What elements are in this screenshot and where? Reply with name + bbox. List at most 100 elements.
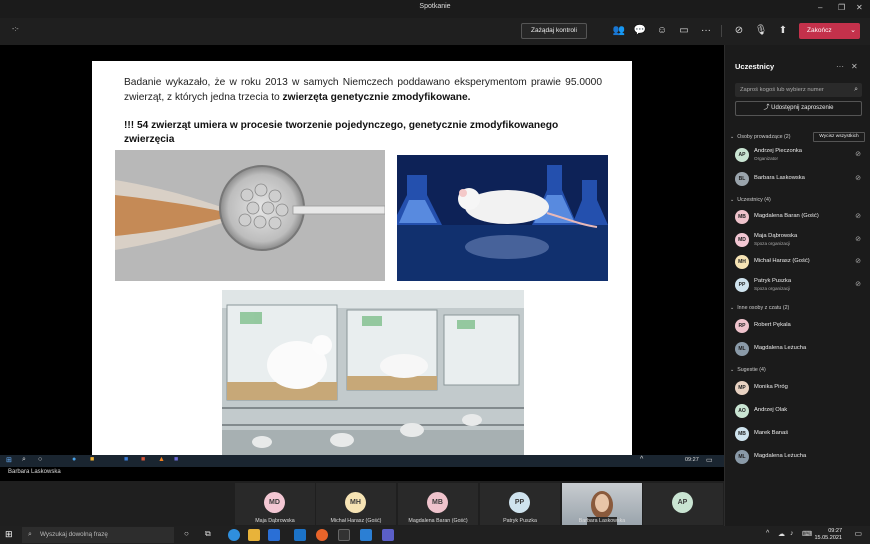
lab-rat-flasks-photo bbox=[397, 155, 608, 281]
close-window-icon[interactable]: ✕ bbox=[856, 3, 863, 12]
taskbar-search-input[interactable]: ⌕ Wyszukaj dowolną frazę bbox=[22, 527, 174, 543]
cortana-icon[interactable]: ○ bbox=[184, 529, 189, 538]
participants-icon[interactable]: 👥 bbox=[610, 23, 628, 39]
mic-muted-icon[interactable]: ⊘ bbox=[855, 212, 861, 220]
chat-icon[interactable]: 💬 bbox=[631, 23, 649, 39]
meeting-toolbar: -:- Zażądaj kontroli 👥 💬 ☺ ▭ ··· ⊘ 🎙 ⬆ Z… bbox=[0, 18, 870, 45]
language-icon[interactable]: ⌨ bbox=[802, 530, 812, 538]
avatar: MB bbox=[427, 492, 448, 513]
participant-row[interactable]: ML Magdalena Leżucha bbox=[725, 448, 870, 466]
video-tile[interactable]: MH Michał Harasz (Gość) bbox=[316, 483, 396, 525]
tray-chevron-icon[interactable]: ^ bbox=[766, 530, 769, 537]
mic-muted-icon[interactable]: ⊘ bbox=[855, 280, 861, 288]
search-icon: ⌕ bbox=[28, 531, 32, 538]
vscode-icon[interactable] bbox=[360, 529, 372, 541]
network-icon[interactable]: ☁ bbox=[778, 530, 785, 538]
task-view-icon[interactable]: ⧉ bbox=[205, 529, 211, 539]
avatar: AP bbox=[672, 492, 693, 513]
teams-icon: ■ bbox=[174, 456, 179, 463]
video-tile[interactable]: MB Magdalena Baran (Gość) bbox=[398, 483, 478, 525]
participant-row[interactable]: MB Magdalena Baran (Gość) ⊘ bbox=[725, 208, 870, 226]
avatar: PP bbox=[509, 492, 530, 513]
participant-row[interactable]: MH Michał Harasz (Gość) ⊘ bbox=[725, 253, 870, 271]
minimize-icon[interactable]: – bbox=[818, 3, 822, 12]
participant-row[interactable]: BL Barbara Laskowska ⊘ bbox=[725, 170, 870, 188]
participant-row[interactable]: PP Patryk Puszka Spoza organizacji ⊘ bbox=[725, 276, 870, 294]
close-panel-icon[interactable]: ✕ bbox=[851, 62, 858, 71]
participant-name: Monika Piróg bbox=[754, 384, 788, 390]
more-actions-icon[interactable]: ··· bbox=[697, 23, 715, 39]
request-control-button[interactable]: Zażądaj kontroli bbox=[521, 23, 587, 39]
video-tile[interactable]: Barbara Laskowska bbox=[562, 483, 642, 525]
remote-clock: 09:27 bbox=[685, 457, 699, 463]
mice-cages-photo bbox=[222, 290, 524, 456]
participant-row[interactable]: MP Monika Piróg bbox=[725, 379, 870, 397]
section-presenters-label: Osoby prowadzące (2) bbox=[737, 134, 791, 140]
mic-off-icon[interactable]: 🎙 bbox=[752, 23, 770, 39]
chevron-down-icon: ⌄ bbox=[730, 134, 735, 140]
edge-icon[interactable] bbox=[228, 529, 240, 541]
camera-off-icon[interactable]: ⊘ bbox=[730, 23, 748, 39]
avatar: MP bbox=[735, 381, 749, 395]
taskbar-clock[interactable]: 09:27 15.05.2021 bbox=[814, 528, 842, 542]
vlc-icon: ▲ bbox=[158, 456, 165, 463]
section-suggestions[interactable]: ⌄ Sugestie (4) bbox=[730, 367, 766, 373]
share-invite-button[interactable]: ⤴ Udostępnij zaproszenie bbox=[735, 101, 862, 116]
mute-all-button[interactable]: Wycisz wszystkich bbox=[813, 132, 865, 142]
section-attendees-label: Uczestnicy (4) bbox=[737, 197, 771, 203]
video-tile[interactable]: MD Maja Dąbrowska bbox=[235, 483, 315, 525]
reactions-icon[interactable]: ☺ bbox=[653, 23, 671, 39]
mic-muted-icon[interactable]: ⊘ bbox=[855, 257, 861, 265]
participant-row[interactable]: RP Robert Pękala bbox=[725, 317, 870, 335]
panel-title: Uczestnicy bbox=[735, 62, 775, 71]
mail-icon[interactable] bbox=[294, 529, 306, 541]
section-in-chat[interactable]: ⌄ Inne osoby z czatu (2) bbox=[730, 305, 789, 311]
share-screen-icon[interactable]: ⬆ bbox=[774, 23, 792, 39]
terminal-icon[interactable] bbox=[338, 529, 350, 541]
presentation-slide: Badanie wykazało, że w roku 2013 w samyc… bbox=[92, 61, 632, 456]
rooms-icon[interactable]: ▭ bbox=[675, 23, 693, 39]
window-title-bar: Spotkanie – ❐ ✕ bbox=[0, 0, 870, 18]
participant-name: Andrzej Pieczonka bbox=[754, 148, 803, 154]
mic-muted-icon[interactable]: ⊘ bbox=[855, 174, 861, 182]
participant-role: Organizator bbox=[754, 156, 779, 161]
section-presenters[interactable]: ⌄ Osoby prowadzące (2) bbox=[730, 134, 791, 140]
file-explorer-icon[interactable] bbox=[248, 529, 260, 541]
invite-search-input[interactable]: Zaproś kogoś lub wybierz numer ⌕ bbox=[735, 83, 862, 97]
leave-button[interactable]: Zakończ ⌄ bbox=[799, 23, 860, 39]
firefox-icon[interactable] bbox=[316, 529, 328, 541]
video-tile[interactable]: PP Patryk Puszka bbox=[480, 483, 560, 525]
participant-row[interactable]: MB Marek Banaś bbox=[725, 425, 870, 443]
participants-panel: Uczestnicy ··· ✕ Zaproś kogoś lub wybier… bbox=[724, 45, 870, 526]
participant-row[interactable]: AO Andrzej Olak bbox=[725, 402, 870, 420]
chevron-down-icon[interactable]: ⌄ bbox=[850, 23, 856, 39]
window-title: Spotkanie bbox=[419, 3, 451, 10]
section-attendees[interactable]: ⌄ Uczestnicy (4) bbox=[730, 197, 771, 203]
powerpoint-icon: ■ bbox=[141, 456, 146, 463]
search-icon[interactable]: ⌕ bbox=[854, 83, 858, 97]
participant-row[interactable]: ML Magdalena Leżucha bbox=[725, 340, 870, 358]
avatar: MD bbox=[264, 492, 285, 513]
section-suggestions-label: Sugestie (4) bbox=[737, 367, 766, 373]
avatar: BL bbox=[735, 172, 749, 186]
mic-muted-icon[interactable]: ⊘ bbox=[855, 150, 861, 158]
toolbar-divider bbox=[721, 25, 722, 37]
video-tile[interactable]: AP bbox=[643, 483, 723, 525]
maximize-icon[interactable]: ❐ bbox=[838, 3, 845, 12]
participant-name: Magdalena Leżucha bbox=[754, 345, 807, 351]
avatar: ML bbox=[735, 450, 749, 464]
windows-start-icon[interactable]: ⊞ bbox=[5, 529, 13, 540]
participant-row[interactable]: MD Maja Dąbrowska Spoza organizacji ⊘ bbox=[725, 231, 870, 249]
edge-icon: ● bbox=[72, 456, 77, 463]
participant-name: Magdalena Baran (Gość) bbox=[754, 213, 819, 219]
store-icon[interactable] bbox=[268, 529, 280, 541]
teams-icon[interactable] bbox=[382, 529, 394, 541]
participant-row[interactable]: AP Andrzej Pieczonka Organizator ⊘ bbox=[725, 146, 870, 164]
mic-muted-icon[interactable]: ⊘ bbox=[855, 235, 861, 243]
clock-date: 15.05.2021 bbox=[814, 535, 842, 541]
more-options-icon[interactable]: ··· bbox=[836, 62, 844, 71]
participant-name: Maja Dąbrowska bbox=[255, 518, 295, 524]
volume-icon[interactable]: ♪ bbox=[790, 530, 794, 537]
participant-name: Patryk Puszka bbox=[754, 277, 792, 284]
notifications-icon[interactable]: ▭ bbox=[854, 529, 862, 538]
